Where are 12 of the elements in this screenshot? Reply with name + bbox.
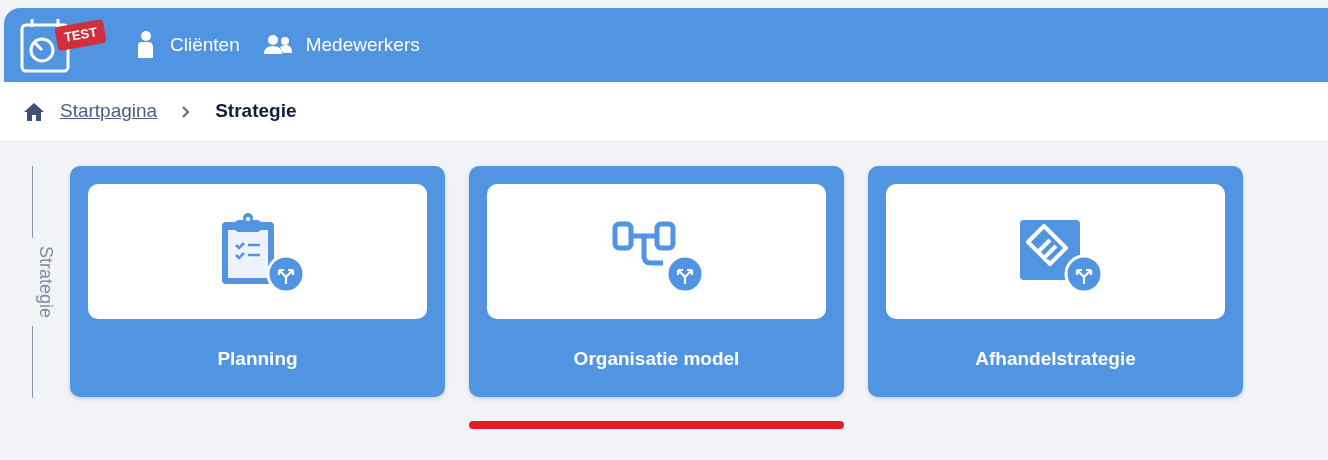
tile-button[interactable]: Planning — [70, 166, 445, 397]
staff-nav-link[interactable]: Medewerkers — [263, 30, 420, 60]
people-icon — [263, 35, 292, 55]
breadcrumb-current: Strategie — [215, 99, 297, 124]
home-icon[interactable] — [24, 102, 44, 121]
test-badge: TEST — [54, 18, 107, 51]
tile-button[interactable]: Afhandelstrategie — [868, 166, 1243, 397]
tile-button[interactable]: Organisatie model — [469, 166, 844, 397]
chevron-icon — [181, 104, 192, 119]
clients-nav-link[interactable]: Cliënten — [134, 30, 240, 60]
section-label: Strategie — [35, 245, 57, 321]
breadcrumb-link[interactable]: Startpagina — [60, 97, 158, 126]
